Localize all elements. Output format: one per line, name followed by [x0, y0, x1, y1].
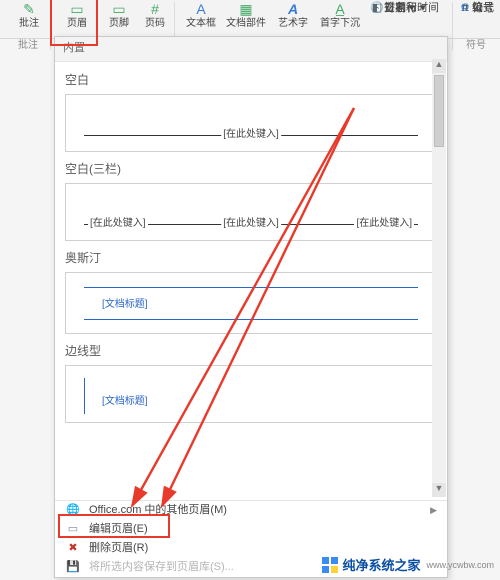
section-austin: 奥斯汀 [65, 249, 437, 266]
comment-label: 批注 [10, 18, 48, 30]
dropcap-icon: A̲ [316, 0, 364, 18]
header-icon: ▭ [58, 0, 96, 18]
placeholder-text: [在此处键入] [354, 214, 414, 229]
placeholder-text: [在此处键入] [221, 214, 281, 229]
textbox-icon: A [182, 0, 220, 18]
parts-button[interactable]: ▦ 文档部件 ▾ [222, 0, 270, 34]
group-label-symbols: 符号 [458, 39, 494, 53]
dropcap-label: 首字下沉 [316, 18, 364, 30]
textbox-label: 文本框 [182, 18, 220, 30]
parts-label: 文档部件 [222, 18, 270, 30]
chevron-right-icon: ▶ [430, 501, 437, 520]
dropcap-button[interactable]: A̲ 首字下沉 ▾ [316, 0, 364, 34]
scrollbar[interactable]: ▲ ▼ [432, 59, 446, 497]
comment-icon: ✎ [10, 0, 48, 18]
pagenum-label: 页码 [136, 18, 174, 30]
scroll-down-icon[interactable]: ▼ [432, 483, 446, 497]
number-button[interactable]: #编号 [458, 0, 498, 17]
doc-title-text: [文档标题] [100, 295, 150, 310]
object-button[interactable]: ◧对象 ▾ [370, 0, 440, 17]
remove-icon: ✖ [65, 539, 81, 558]
object-icon: ◧ [370, 0, 384, 17]
thumbnail-sideline[interactable]: [文档标题] [65, 365, 437, 423]
watermark: 纯净系统之家 www.ycwbw.com [322, 555, 494, 574]
separator [452, 2, 453, 50]
scroll-up-icon[interactable]: ▲ [432, 59, 446, 73]
number-icon: # [458, 0, 472, 17]
header-button[interactable]: ▭ 页眉 ▾ [58, 0, 96, 34]
thumbnail-blank[interactable]: [在此处键入] [65, 94, 437, 152]
watermark-brand: 纯净系统之家 [342, 555, 420, 574]
scroll-thumb[interactable] [434, 75, 444, 147]
menu-more-office[interactable]: 🌐 Office.com 中的其他页眉(M) ▶ [55, 501, 447, 520]
watermark-url: www.ycwbw.com [426, 560, 494, 570]
ribbon: ✎ 批注 ▭ 页眉 ▾ ▭ 页脚 ▾ # 页码 ▾ A 文本框 ▾ ▦ 文档部件… [0, 0, 500, 39]
object-label: 对象 [384, 2, 406, 14]
pagenum-button[interactable]: # 页码 ▾ [136, 0, 174, 34]
pagenum-icon: # [136, 0, 174, 18]
caret-icon: ▾ [409, 2, 415, 14]
footer-button[interactable]: ▭ 页脚 ▾ [100, 0, 138, 34]
menu-label: 编辑页眉(E) [89, 520, 148, 539]
footer-label: 页脚 [100, 18, 138, 30]
wordart-label: 艺术字 [272, 18, 314, 30]
header-dropdown: 内置 空白 [在此处键入] 空白(三栏) [在此处键入] [在此处键入] [在此… [54, 36, 448, 578]
section-blank: 空白 [65, 71, 437, 88]
thumbnail-blank3[interactable]: [在此处键入] [在此处键入] [在此处键入] [65, 183, 437, 241]
header-label: 页眉 [58, 18, 96, 30]
watermark-logo-icon [322, 557, 338, 573]
parts-icon: ▦ [222, 0, 270, 18]
textbox-button[interactable]: A 文本框 ▾ [182, 0, 220, 34]
globe-icon: 🌐 [65, 501, 81, 520]
placeholder-text: [在此处键入] [221, 125, 281, 140]
wordart-button[interactable]: A 艺术字 ▾ [272, 0, 314, 34]
dropdown-scroll-area: 空白 [在此处键入] 空白(三栏) [在此处键入] [在此处键入] [在此处键入… [55, 59, 447, 497]
number-label: 编号 [472, 2, 494, 14]
menu-edit-header[interactable]: ▭ 编辑页眉(E) [55, 520, 447, 539]
save-icon: 💾 [65, 558, 81, 577]
thumbnail-austin[interactable]: [文档标题] [65, 272, 437, 334]
doc-title-text: [文档标题] [100, 392, 150, 407]
menu-label: Office.com 中的其他页眉(M) [89, 501, 227, 520]
group-label-comments: 批注 [10, 39, 46, 53]
menu-label: 将所选内容保存到页眉库(S)... [89, 558, 234, 577]
section-blank3: 空白(三栏) [65, 160, 437, 177]
page-icon: ▭ [65, 520, 81, 539]
footer-icon: ▭ [100, 0, 138, 18]
comment-button[interactable]: ✎ 批注 [10, 0, 48, 34]
section-sideline: 边线型 [65, 342, 437, 359]
wordart-icon: A [272, 0, 314, 18]
separator [50, 2, 51, 50]
menu-label: 删除页眉(R) [89, 539, 148, 558]
placeholder-text: [在此处键入] [88, 214, 148, 229]
